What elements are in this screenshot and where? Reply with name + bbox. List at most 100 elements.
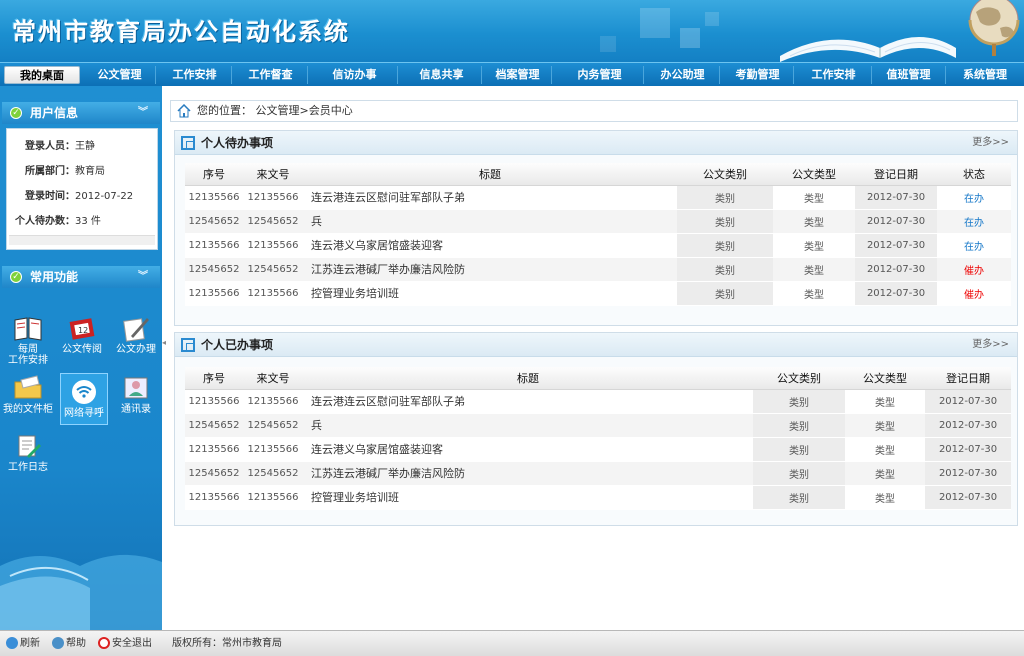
logout-label: 安全退出 [112,638,152,649]
nav-item-documents[interactable]: 公文管理 [84,66,156,84]
table-row[interactable]: 12545652 12545652 兵 类别 类型 2012-07-30 [185,413,1011,438]
nav-item-archives[interactable]: 档案管理 [484,66,552,84]
func-label: 网络寻呼 [64,408,104,419]
nav-item-info-share[interactable]: 信息共享 [402,66,482,84]
user-label: 所属部门： [25,166,75,177]
cell-category: 类别 [753,461,845,486]
func-handle[interactable]: 公文办理 [110,308,162,362]
cell-title[interactable]: 连云港义乌家居馆盛装迎客 [303,233,677,258]
nav-item-duty[interactable]: 值班管理 [872,66,946,84]
func-work-log[interactable]: 工作日志 [2,426,54,480]
cell-doc-no: 12545652 [243,209,303,234]
col-header[interactable]: 登记日期 [855,163,937,186]
func-circulate[interactable]: 12 公文传阅 [56,308,108,362]
cell-date: 2012-07-30 [925,389,1011,414]
nav-item-supervision[interactable]: 工作督查 [234,66,308,84]
table-row[interactable]: 12135566 12135566 连云港义乌家居馆盛装迎客 类别 类型 201… [185,437,1011,462]
col-header[interactable]: 登记日期 [925,367,1011,390]
common-functions-title: 常用功能 [30,270,79,284]
footer-bar: 刷新 帮助 安全退出 版权所有：常州市教育局 [0,630,1024,656]
chevron-down-icon[interactable]: ︾ [138,266,148,288]
cell-date: 2012-07-30 [855,185,937,210]
func-file-cabinet[interactable]: 我的文件柜 [2,368,54,422]
func-weekly-plan[interactable]: 每周 工作安排 [2,308,54,366]
cell-status: 在办 [937,209,1011,234]
cell-doc-no: 12135566 [243,281,303,306]
nav-item-petitions[interactable]: 信访办事 [312,66,398,84]
chevron-down-icon[interactable]: ︾ [138,102,148,124]
cell-doc-no: 12545652 [243,413,303,438]
user-info-title: 用户信息 [30,106,79,120]
cell-no: 12545652 [185,413,243,438]
col-header[interactable]: 来文号 [243,163,303,186]
user-label: 登录人员： [25,141,75,152]
cell-category: 类别 [753,389,845,414]
func-label: 公文传阅 [62,344,102,355]
contacts-icon [124,377,148,399]
sidebar-collapse-handle[interactable]: ◂ [162,338,168,352]
col-header[interactable]: 标题 [303,163,677,186]
cell-title[interactable]: 兵 [303,209,677,234]
cell-date: 2012-07-30 [925,461,1011,486]
table-row[interactable]: 12135566 12135566 连云港义乌家居馆盛装迎客 类别 类型 201… [185,233,1011,258]
check-icon: ✓ [10,271,22,283]
col-header[interactable]: 来文号 [243,367,303,390]
col-header[interactable]: 状态 [937,163,1011,186]
cell-date: 2012-07-30 [925,485,1011,510]
table-row[interactable]: 12135566 12135566 连云港连云区慰问驻军部队子弟 类别 类型 2… [185,389,1011,414]
user-info-header[interactable]: ✓ 用户信息 ︾ [2,102,160,124]
common-functions-header[interactable]: ✓ 常用功能 ︾ [2,266,160,288]
nav-item-internal[interactable]: 内务管理 [556,66,644,84]
cell-category: 类别 [677,281,773,306]
table-row[interactable]: 12545652 12545652 江苏连云港碱厂举办廉洁风险防 类别 类型 2… [185,257,1011,282]
col-header[interactable]: 公文类型 [773,163,855,186]
cell-doc-no: 12135566 [243,389,303,414]
pending-more-link[interactable]: 更多>> [972,131,1009,155]
breadcrumb: 您的位置： 公文管理>会员中心 [170,100,1018,122]
nav-item-work-plan-2[interactable]: 工作安排 [796,66,872,84]
user-row-todo-count: 个人待办数：33 件 [11,212,101,227]
help-button[interactable]: 帮助 [52,631,86,656]
col-header[interactable]: 标题 [303,367,753,390]
table-row[interactable]: 12135566 12135566 控管理业务培训班 类别 类型 2012-07… [185,485,1011,510]
cell-category: 类别 [677,185,773,210]
func-contacts[interactable]: 通讯录 [110,368,162,422]
nav-item-work-plan[interactable]: 工作安排 [158,66,232,84]
nav-item-assistant[interactable]: 办公助理 [646,66,720,84]
cell-title[interactable]: 江苏连云港碱厂举办廉洁风险防 [303,257,677,282]
home-icon[interactable] [177,104,191,118]
table-row[interactable]: 12135566 12135566 控管理业务培训班 类别 类型 2012-07… [185,281,1011,306]
calendar-icon: 12 [69,318,95,340]
done-panel-header: 个人已办事项 更多>> [175,333,1017,357]
func-network-page[interactable]: 网络寻呼 [60,373,108,425]
breadcrumb-path[interactable]: 公文管理>会员中心 [256,104,353,117]
cell-category: 类别 [753,485,845,510]
col-header[interactable]: 公文类别 [677,163,773,186]
table-row[interactable]: 12135566 12135566 连云港连云区慰问驻军部队子弟 类别 类型 2… [185,185,1011,210]
nav-item-system[interactable]: 系统管理 [948,66,1022,84]
cell-title[interactable]: 江苏连云港碱厂举办廉洁风险防 [303,461,753,486]
logout-button[interactable]: 安全退出 [98,631,152,656]
cell-title[interactable]: 连云港义乌家居馆盛装迎客 [303,437,753,462]
col-header[interactable]: 序号 [185,163,243,186]
no-entry-icon [98,637,110,649]
cell-no: 12135566 [185,485,243,510]
refresh-button[interactable]: 刷新 [6,631,40,656]
col-header[interactable]: 公文类别 [753,367,845,390]
cell-title[interactable]: 连云港连云区慰问驻军部队子弟 [303,185,677,210]
nav-item-desktop[interactable]: 我的桌面 [4,66,80,84]
nav-item-attendance[interactable]: 考勤管理 [722,66,794,84]
table-header-row: 序号 来文号 标题 公文类别 公文类型 登记日期 [185,367,1011,390]
col-header[interactable]: 序号 [185,367,243,390]
table-row[interactable]: 12545652 12545652 兵 类别 类型 2012-07-30 在办 [185,209,1011,234]
table-row[interactable]: 12545652 12545652 江苏连云港碱厂举办廉洁风险防 类别 类型 2… [185,461,1011,486]
cell-title[interactable]: 兵 [303,413,753,438]
breadcrumb-prefix: 您的位置： [197,104,252,117]
done-more-link[interactable]: 更多>> [972,333,1009,357]
cell-title[interactable]: 控管理业务培训班 [303,485,753,510]
cell-title[interactable]: 连云港连云区慰问驻军部队子弟 [303,389,753,414]
cell-title[interactable]: 控管理业务培训班 [303,281,677,306]
log-icon [18,435,41,458]
func-label: 通讯录 [121,404,151,415]
col-header[interactable]: 公文类型 [845,367,925,390]
